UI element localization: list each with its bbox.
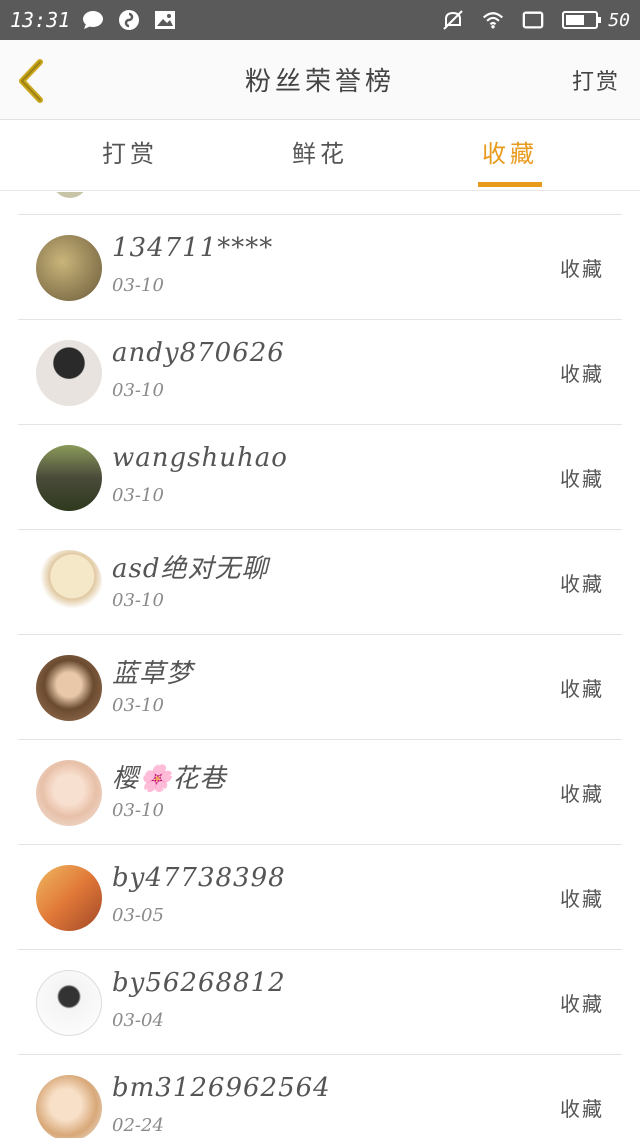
fan-date: 03-10 xyxy=(112,800,164,821)
fan-name: by47738398 xyxy=(112,863,286,893)
fan-name: asd绝对无聊 xyxy=(112,554,269,584)
avatar xyxy=(36,340,102,406)
list-item[interactable]: 134711**** 03-10 收藏 xyxy=(18,214,622,319)
favorite-label: 收藏 xyxy=(560,362,604,386)
fan-list[interactable]: 134711**** 03-10 收藏 andy870626 03-10 收藏 … xyxy=(0,192,640,1138)
status-time: 13:31 xyxy=(10,8,71,32)
battery-level: 50 xyxy=(608,9,630,31)
fan-name: 樱🌸花巷 xyxy=(112,764,227,794)
list-item[interactable]: 樱🌸花巷 03-10 收藏 xyxy=(18,739,622,844)
battery-icon xyxy=(562,9,602,31)
page-title: 粉丝荣誉榜 xyxy=(244,67,395,97)
favorite-label: 收藏 xyxy=(560,677,604,701)
list-item[interactable]: asd绝对无聊 03-10 收藏 xyxy=(18,529,622,634)
list-item[interactable]: andy870626 03-10 收藏 xyxy=(18,319,622,424)
fan-name: wangshuhao xyxy=(112,443,288,473)
status-bar: 13:31 50 xyxy=(0,0,640,40)
favorite-label: 收藏 xyxy=(560,572,604,596)
fan-date: 03-10 xyxy=(112,485,164,506)
avatar xyxy=(36,1075,102,1138)
avatar xyxy=(36,235,102,301)
favorite-label: 收藏 xyxy=(560,467,604,491)
avatar xyxy=(36,970,102,1036)
fan-name: 蓝草梦 xyxy=(112,659,194,689)
tab-bar: 打赏 鲜花 收藏 xyxy=(0,121,640,191)
tab-flowers[interactable]: 鲜花 xyxy=(260,121,380,191)
avatar xyxy=(36,760,102,826)
favorite-label: 收藏 xyxy=(560,992,604,1016)
avatar xyxy=(36,865,102,931)
fan-name: 134711**** xyxy=(112,233,274,263)
favorite-label: 收藏 xyxy=(560,887,604,911)
list-item[interactable]: bm3126962564 02-24 收藏 xyxy=(18,1054,622,1138)
list-item[interactable]: by47738398 03-05 收藏 xyxy=(18,844,622,949)
avatar xyxy=(36,550,102,616)
fan-name: andy870626 xyxy=(112,338,285,368)
favorite-label: 收藏 xyxy=(560,257,604,281)
chevron-left-icon xyxy=(19,59,43,103)
favorite-label: 收藏 xyxy=(560,1097,604,1121)
fan-date: 02-24 xyxy=(112,1115,164,1136)
fan-date: 03-10 xyxy=(112,275,164,296)
avatar xyxy=(36,445,102,511)
reward-button[interactable]: 打赏 xyxy=(572,64,620,96)
fan-date: 03-10 xyxy=(112,590,164,611)
list-item[interactable]: by56268812 03-04 收藏 xyxy=(18,949,622,1054)
back-button[interactable] xyxy=(14,58,54,104)
tab-reward[interactable]: 打赏 xyxy=(70,121,190,191)
tab-favorites[interactable]: 收藏 xyxy=(450,121,570,191)
fan-date: 03-10 xyxy=(112,380,164,401)
nav-bar: 粉丝荣誉榜 打赏 xyxy=(0,40,640,120)
mute-icon xyxy=(442,9,464,31)
maps-icon xyxy=(118,9,140,31)
fan-name: bm3126962564 xyxy=(112,1073,331,1103)
fan-date: 03-10 xyxy=(112,695,164,716)
list-item[interactable]: 蓝草梦 03-10 收藏 xyxy=(18,634,622,739)
avatar xyxy=(36,655,102,721)
wifi-icon xyxy=(482,9,504,31)
chat-bubble-icon xyxy=(82,9,104,31)
image-icon xyxy=(154,9,176,31)
fan-date: 03-04 xyxy=(112,1010,164,1031)
avatar xyxy=(52,192,88,198)
fan-name: by56268812 xyxy=(112,968,286,998)
favorite-label: 收藏 xyxy=(560,782,604,806)
screen-icon xyxy=(522,9,544,31)
fan-date: 03-05 xyxy=(112,905,164,926)
list-item[interactable]: wangshuhao 03-10 收藏 xyxy=(18,424,622,529)
active-tab-indicator xyxy=(478,182,542,187)
status-right: 50 xyxy=(442,9,630,31)
